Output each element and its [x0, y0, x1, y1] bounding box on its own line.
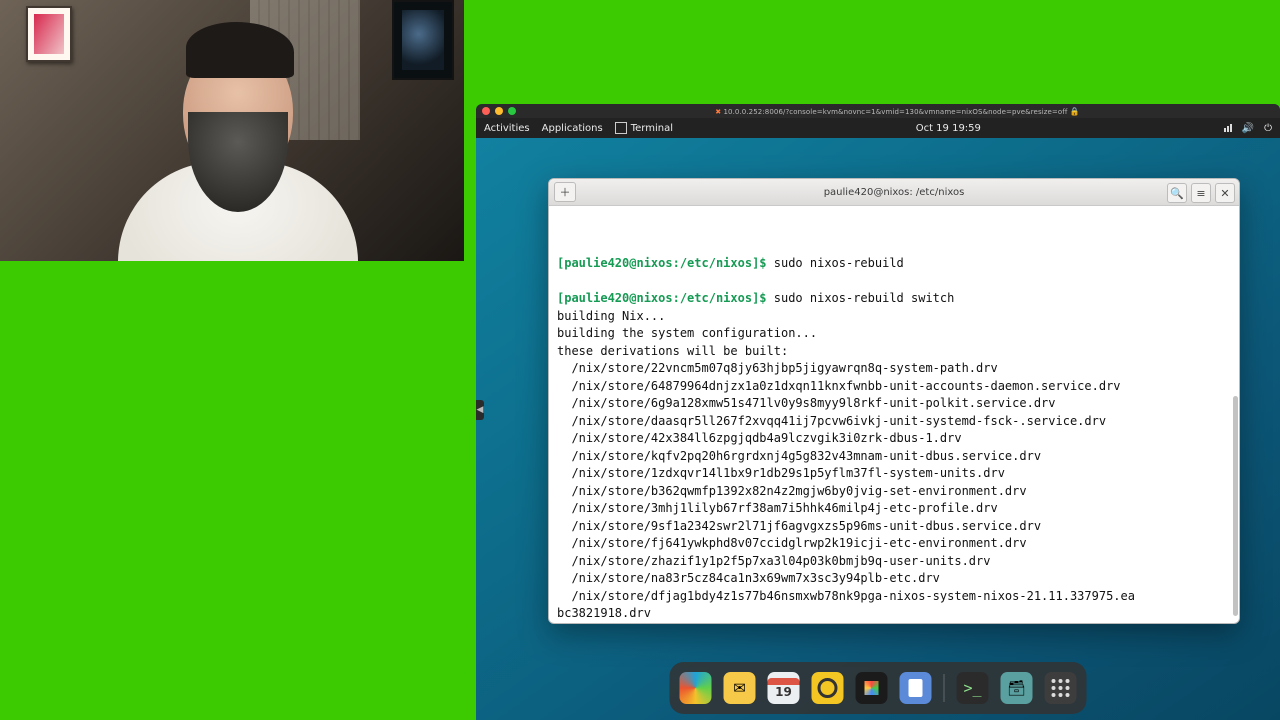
browser-url: ✖ 10.0.0.252:8006/?console=kvm&novnc=1&v…: [521, 107, 1274, 116]
terminal-output-line: /nix/store/6g9a128xmw51s471lv0y9s8myy9l8…: [557, 395, 1231, 413]
dock-calendar[interactable]: 19: [768, 672, 800, 704]
terminal-blank-line: [557, 273, 1231, 291]
apps-grid-icon: [1052, 679, 1070, 697]
terminal-output-line: /nix/store/kqfv2pq20h6rgrdxnj4g5g832v43m…: [557, 448, 1231, 466]
terminal-output-line: /nix/store/b362qwmfp1392x82n4z2mgjw6by0j…: [557, 483, 1231, 501]
gnome-topbar: Activities Applications Terminal Oct 19 …: [476, 118, 1280, 138]
search-button[interactable]: 🔍: [1167, 183, 1187, 203]
network-icon: [1224, 124, 1232, 132]
terminal-scrollbar[interactable]: [1233, 396, 1238, 616]
dock-text-editor[interactable]: [900, 672, 932, 704]
terminal-output-line: /nix/store/3mhj1lilyb67rf38am7i5hhk46mil…: [557, 500, 1231, 518]
terminal-prompt-icon: >_: [963, 679, 981, 697]
hamburger-button[interactable]: ≡: [1191, 183, 1211, 203]
terminal-output-line: /nix/store/64879964dnjzx1a0z1dxqn11knxfw…: [557, 378, 1231, 396]
terminal-output-line: building '/nix/store/22vncm5m07q8jy63hjb…: [557, 623, 1231, 624]
terminal-line: [paulie420@nixos:/etc/nixos]$ sudo nixos…: [557, 255, 1231, 273]
terminal-command: sudo nixos-rebuild switch: [767, 291, 955, 305]
terminal-icon: [615, 122, 627, 134]
terminal-output-line: /nix/store/9sf1a2342swr2l71jf6agvgxzs5p9…: [557, 518, 1231, 536]
terminal-output-line: building Nix...: [557, 308, 1231, 326]
window-zoom-button[interactable]: [508, 107, 516, 115]
terminal-output-line: /nix/store/22vncm5m07q8jy63hjbp5jigyawrq…: [557, 360, 1231, 378]
terminal-output-line: /nix/store/fj641ywkphd8v07ccidglrwp2k19i…: [557, 535, 1231, 553]
vm-desktop: ✖ 10.0.0.252:8006/?console=kvm&novnc=1&v…: [476, 104, 1280, 720]
gnome-terminal-window: ＋ paulie420@nixos: /etc/nixos 🔍 ≡ ✕ [pau…: [548, 178, 1240, 624]
terminal-output[interactable]: [paulie420@nixos:/etc/nixos]$ sudo nixos…: [549, 206, 1239, 623]
terminal-prompt: [paulie420@nixos:/etc/nixos]$: [557, 256, 767, 270]
system-status-area[interactable]: 🔊 ⏻: [1224, 123, 1272, 134]
novnc-sidebar-handle[interactable]: ◀: [476, 400, 484, 420]
terminal-titlebar[interactable]: ＋ paulie420@nixos: /etc/nixos 🔍 ≡ ✕: [549, 179, 1239, 206]
terminal-menu-indicator[interactable]: Terminal: [615, 122, 673, 134]
dock-show-apps[interactable]: [1045, 672, 1077, 704]
terminal-output-line: building the system configuration...: [557, 325, 1231, 343]
applications-menu[interactable]: Applications: [542, 123, 603, 134]
window-close-button[interactable]: [482, 107, 490, 115]
plus-icon: ＋: [560, 184, 571, 200]
calendar-day: 19: [775, 685, 792, 699]
terminal-output-line: /nix/store/42x384ll6zpgjqdb4a9lczvgik3i0…: [557, 430, 1231, 448]
room-tv: [392, 0, 454, 80]
dock-photos[interactable]: [856, 672, 888, 704]
dock-web-browser[interactable]: [680, 672, 712, 704]
gnome-dock: ✉ 19 >_ 🗃: [670, 662, 1087, 714]
search-icon: 🔍: [1170, 187, 1184, 200]
files-icon: 🗃: [1007, 679, 1026, 697]
wall-picture-frame: [26, 6, 72, 62]
terminal-prompt: [paulie420@nixos:/etc/nixos]$: [557, 291, 767, 305]
terminal-output-line: these derivations will be built:: [557, 343, 1231, 361]
close-button[interactable]: ✕: [1215, 183, 1235, 203]
activities-button[interactable]: Activities: [484, 123, 530, 134]
dock-terminal[interactable]: >_: [957, 672, 989, 704]
terminal-output-line: /nix/store/dfjag1bdy4z1s77b46nsmxwb78nk9…: [557, 588, 1231, 606]
topbar-clock[interactable]: Oct 19 19:59: [673, 123, 1224, 134]
terminal-output-line: bc3821918.drv: [557, 605, 1231, 623]
terminal-command: sudo nixos-rebuild: [767, 256, 904, 270]
presenter-hair: [186, 22, 294, 78]
webcam-overlay: [0, 0, 464, 261]
terminal-output-line: /nix/store/1zdxqvr14l1bx9r1db29s1p5yflm3…: [557, 465, 1231, 483]
hamburger-icon: ≡: [1196, 187, 1205, 200]
envelope-icon: ✉: [733, 679, 746, 697]
terminal-line: [paulie420@nixos:/etc/nixos]$ sudo nixos…: [557, 290, 1231, 308]
dock-music[interactable]: [812, 672, 844, 704]
power-icon: ⏻: [1264, 123, 1272, 134]
window-minimize-button[interactable]: [495, 107, 503, 115]
terminal-output-line: /nix/store/daasqr5ll267f2xvqq41ij7pcvw6i…: [557, 413, 1231, 431]
dock-mail[interactable]: ✉: [724, 672, 756, 704]
photos-icon: [865, 681, 879, 695]
close-icon: ✕: [1220, 187, 1229, 200]
dock-separator: [944, 674, 945, 702]
lock-icon: 🔒: [1070, 107, 1080, 116]
calendar-header: [768, 678, 800, 685]
new-tab-button[interactable]: ＋: [554, 182, 576, 202]
terminal-output-line: /nix/store/zhazif1y1p2f5p7xa3l04p03k0bmj…: [557, 553, 1231, 571]
novnc-browser-chrome: ✖ 10.0.0.252:8006/?console=kvm&novnc=1&v…: [476, 104, 1280, 118]
novnc-icon: ✖: [715, 108, 721, 116]
terminal-title: paulie420@nixos: /etc/nixos: [549, 187, 1239, 198]
volume-icon: 🔊: [1242, 123, 1254, 134]
terminal-output-line: /nix/store/na83r5cz84ca1n3x69wm7x3sc3y94…: [557, 570, 1231, 588]
music-icon: [818, 678, 838, 698]
document-icon: [909, 679, 923, 697]
dock-files[interactable]: 🗃: [1001, 672, 1033, 704]
